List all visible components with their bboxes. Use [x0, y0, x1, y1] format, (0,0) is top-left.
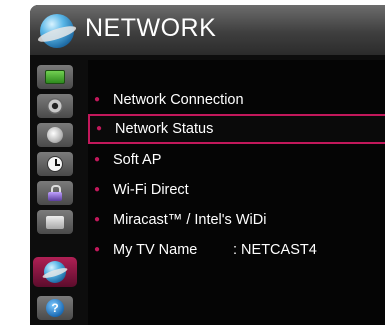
sidebar-item-option[interactable]	[37, 210, 73, 234]
help-icon: ?	[46, 299, 64, 317]
menu-item-label: My TV Name	[113, 242, 198, 258]
sidebar-item-time[interactable]	[37, 152, 73, 176]
bullet-icon: ●	[94, 154, 101, 165]
network-globe-icon	[36, 14, 78, 48]
menu-item-miracast[interactable]: ● Miracast™ / Intel's WiDi	[88, 205, 385, 235]
tv-name-value: : NETCAST4	[233, 242, 317, 258]
tv-icon	[45, 70, 65, 84]
sidebar-item-support[interactable]: ?	[37, 296, 73, 320]
lock-icon	[48, 185, 62, 201]
menu-item-label: Soft AP	[113, 152, 162, 168]
sidebar-item-picture[interactable]	[37, 65, 73, 89]
menu-item-label: Network Connection	[113, 92, 244, 108]
sidebar-item-audio[interactable]	[37, 94, 73, 118]
header-bar: NETWORK	[30, 5, 385, 55]
menu-item-my-tv-name[interactable]: ● My TV Name : NETCAST4	[88, 235, 385, 265]
network-globe-icon	[44, 261, 66, 283]
menu-item-network-connection[interactable]: ● Network Connection	[88, 85, 385, 115]
bullet-icon: ●	[96, 123, 103, 134]
bullet-icon: ●	[94, 94, 101, 105]
bullet-icon: ●	[94, 214, 101, 225]
disc-icon	[47, 127, 63, 143]
network-menu: ● Network Connection ● Network Status ● …	[88, 60, 385, 325]
speaker-icon	[47, 98, 63, 114]
page-title: NETWORK	[85, 14, 217, 42]
menu-item-wifi-direct[interactable]: ● Wi-Fi Direct	[88, 175, 385, 205]
menu-item-soft-ap[interactable]: ● Soft AP	[88, 145, 385, 175]
clock-icon	[47, 156, 63, 172]
sidebar-item-lock[interactable]	[37, 181, 73, 205]
option-icon	[46, 215, 64, 229]
sidebar-item-network[interactable]	[33, 257, 77, 287]
menu-item-label: Wi-Fi Direct	[113, 182, 189, 198]
category-sidebar: ?	[32, 59, 82, 323]
bullet-icon: ●	[94, 244, 101, 255]
sidebar-item-setup[interactable]	[37, 123, 73, 147]
menu-item-label: Miracast™ / Intel's WiDi	[113, 212, 267, 228]
bullet-icon: ●	[94, 184, 101, 195]
menu-item-label: Network Status	[115, 121, 214, 137]
tv-settings-window: NETWORK ? ● Network Connection ● Network…	[30, 5, 385, 325]
menu-item-network-status[interactable]: ● Network Status	[88, 114, 385, 144]
